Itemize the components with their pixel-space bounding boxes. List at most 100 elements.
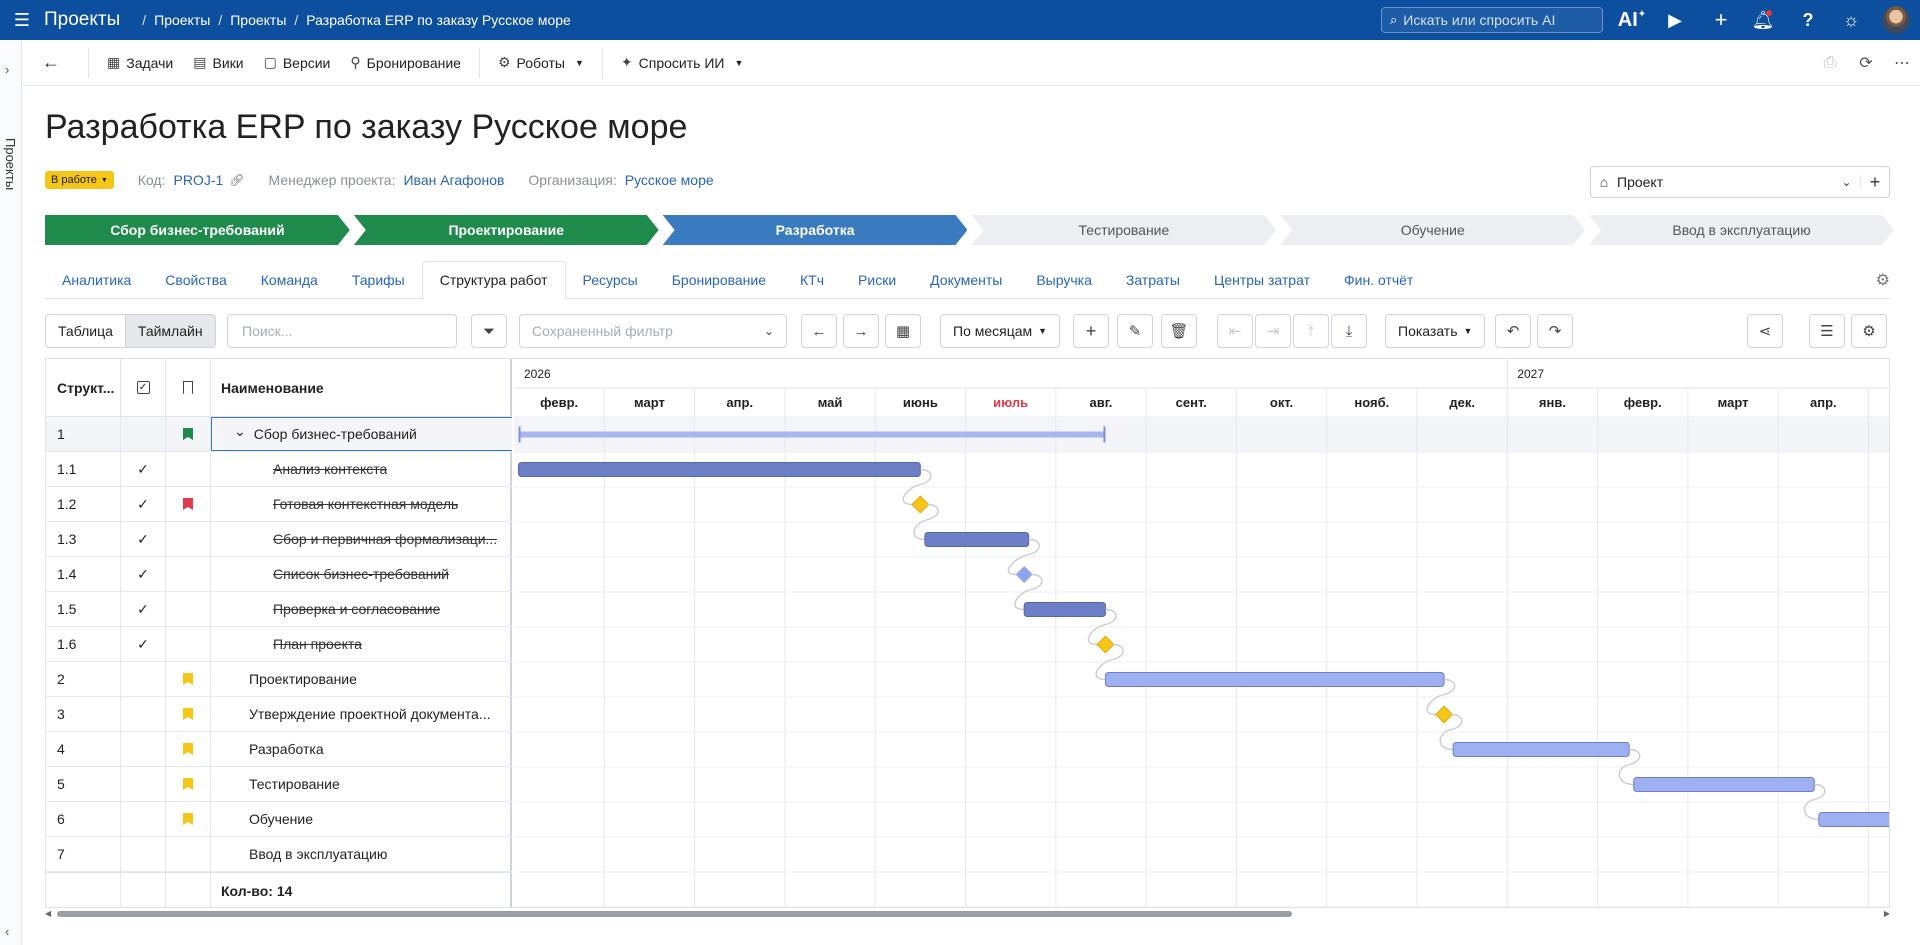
row-name-cell[interactable]: Тестирование	[211, 767, 512, 801]
row-name-cell[interactable]: План проекта	[211, 627, 512, 661]
task-bar[interactable]	[518, 462, 921, 477]
sidebar-label[interactable]: Проекты	[3, 138, 18, 190]
table-row[interactable]: 5 Тестирование	[46, 767, 512, 802]
project-type-select[interactable]: ⌂ Проект ⌄ +	[1590, 166, 1890, 198]
link-icon[interactable]: 🔗︎	[229, 173, 244, 187]
refresh-icon[interactable]: ⟳	[1848, 53, 1884, 73]
breadcrumb-item-projects-list[interactable]: Проекты	[230, 12, 286, 28]
move-down-icon[interactable]: ⤓	[1331, 314, 1367, 348]
horizontal-scrollbar[interactable]: ◀ ▶	[45, 909, 1890, 919]
project-manager-link[interactable]: Иван Агафонов	[403, 172, 504, 188]
add-icon[interactable]: +	[1861, 172, 1889, 193]
column-header-structure[interactable]: Структ...	[46, 359, 121, 416]
global-search[interactable]: ⌕	[1381, 7, 1603, 33]
column-header-name[interactable]: Наименование	[211, 359, 512, 416]
row-flag-cell[interactable]	[166, 522, 211, 556]
user-avatar[interactable]	[1882, 6, 1910, 34]
column-header-done[interactable]: ✓	[121, 359, 166, 416]
help-icon[interactable]: ?	[1790, 0, 1826, 40]
row-name-cell[interactable]: Разработка	[211, 732, 512, 766]
row-name-cell[interactable]: Анализ контекста	[211, 452, 512, 486]
grid-gear-icon[interactable]: ⚙	[1851, 314, 1887, 348]
stage-5[interactable]: Обучение	[1280, 215, 1585, 245]
arrow-right-icon[interactable]: →	[843, 314, 879, 348]
row-name-cell[interactable]: Список бизнес-требований	[211, 557, 512, 591]
row-done-check[interactable]	[121, 837, 166, 871]
table-row[interactable]: 1.6 ✓ План проекта	[46, 627, 512, 662]
row-flag-cell[interactable]	[166, 417, 211, 451]
toolbar-booking-button[interactable]: ⚲ Бронирование	[340, 48, 471, 78]
task-bar[interactable]	[1818, 812, 1890, 827]
row-done-check[interactable]	[121, 802, 166, 836]
play-icon[interactable]: ▶	[1657, 0, 1693, 40]
tab-3[interactable]: Команда	[244, 261, 335, 298]
row-name-cell[interactable]: Готовая контекстная модель	[211, 487, 512, 521]
tab-7[interactable]: Бронирование	[655, 261, 783, 298]
task-bar[interactable]	[924, 532, 1030, 547]
scale-dropdown[interactable]: По месяцам ▼	[940, 314, 1061, 348]
status-badge[interactable]: В работе ▼	[45, 171, 114, 189]
view-table-button[interactable]: Таблица	[46, 315, 125, 347]
tab-4[interactable]: Тарифы	[335, 261, 422, 298]
task-bar[interactable]	[1104, 672, 1445, 687]
tab-14[interactable]: Фин. отчёт	[1327, 261, 1430, 298]
toolbar-tasks-button[interactable]: ▦ Задачи	[97, 48, 183, 78]
row-flag-cell[interactable]	[166, 627, 211, 661]
scroll-right-icon[interactable]: ▶	[1884, 909, 1890, 918]
task-bar[interactable]	[1023, 602, 1106, 617]
row-name-cell[interactable]: Обучение	[211, 802, 512, 836]
saved-filter-select[interactable]: Сохраненный фильтр ⌄	[519, 314, 787, 348]
stage-1[interactable]: Сбор бизнес-требований	[45, 215, 350, 245]
add-row-icon[interactable]: +	[1073, 314, 1109, 348]
bell-icon[interactable]: 🔔︎	[1745, 0, 1781, 40]
toolbar-ask-ai-button[interactable]: ✦ Спросить ИИ ▼	[611, 48, 753, 78]
global-search-input[interactable]	[1403, 12, 1594, 28]
row-name-cell[interactable]: Проверка и согласование	[211, 592, 512, 626]
calendar-icon[interactable]: ▦	[885, 314, 921, 348]
columns-settings-icon[interactable]: ☰	[1809, 314, 1845, 348]
row-flag-cell[interactable]	[166, 732, 211, 766]
row-name-cell[interactable]: Ввод в эксплуатацию	[211, 837, 512, 871]
plus-icon[interactable]: +	[1703, 0, 1739, 40]
row-done-check[interactable]: ✓	[121, 627, 166, 661]
table-row[interactable]: 7 Ввод в эксплуатацию	[46, 837, 512, 872]
milestone-diamond[interactable]	[911, 495, 930, 514]
tab-5[interactable]: Структура работ	[421, 261, 566, 299]
task-bar[interactable]	[1633, 777, 1815, 792]
row-flag-cell[interactable]	[166, 487, 211, 521]
table-row[interactable]: 3 Утверждение проектной документа...	[46, 697, 512, 732]
row-flag-cell[interactable]	[166, 697, 211, 731]
organization-link[interactable]: Русское море	[625, 172, 714, 188]
row-flag-cell[interactable]	[166, 802, 211, 836]
row-done-check[interactable]: ✓	[121, 592, 166, 626]
row-flag-cell[interactable]	[166, 452, 211, 486]
row-done-check[interactable]: ✓	[121, 452, 166, 486]
chevron-right-icon[interactable]: ›	[5, 62, 9, 77]
show-dropdown[interactable]: Показать ▼	[1385, 314, 1486, 348]
gantt-timeline[interactable]: 2026 2027 февр. март апр. май июнь июль авг. сент…	[514, 359, 1890, 908]
tab-2[interactable]: Свойства	[148, 261, 243, 298]
row-flag-cell[interactable]	[166, 662, 211, 696]
ai-assistant-icon[interactable]: AI ✦	[1614, 0, 1650, 40]
table-row[interactable]: 1.5 ✓ Проверка и согласование	[46, 592, 512, 627]
stage-2[interactable]: Проектирование	[354, 215, 659, 245]
tab-1[interactable]: Аналитика	[45, 261, 148, 298]
row-name-cell[interactable]: ⌄ Сбор бизнес-требований	[211, 417, 512, 451]
theme-sun-icon[interactable]: ☼	[1833, 0, 1869, 40]
breadcrumb-item-projects[interactable]: Проекты	[154, 12, 210, 28]
row-done-check[interactable]: ✓	[121, 557, 166, 591]
tab-10[interactable]: Документы	[913, 261, 1019, 298]
tab-6[interactable]: Ресурсы	[566, 261, 655, 298]
row-done-check[interactable]: ✓	[121, 487, 166, 521]
gear-icon[interactable]: ⚙	[1876, 270, 1890, 290]
row-name-cell[interactable]: Сбор и первичная формализаци...	[211, 522, 512, 556]
tab-13[interactable]: Центры затрат	[1197, 261, 1327, 298]
scrollbar-thumb[interactable]	[57, 911, 1292, 917]
tab-8[interactable]: КТч	[783, 261, 841, 298]
trash-icon[interactable]: 🗑︎	[1161, 314, 1197, 348]
grid-search-input[interactable]	[227, 314, 457, 348]
app-title[interactable]: Проекты	[44, 9, 120, 31]
row-flag-cell[interactable]	[166, 767, 211, 801]
row-flag-cell[interactable]	[166, 557, 211, 591]
arrow-left-icon[interactable]: ←	[801, 314, 837, 348]
